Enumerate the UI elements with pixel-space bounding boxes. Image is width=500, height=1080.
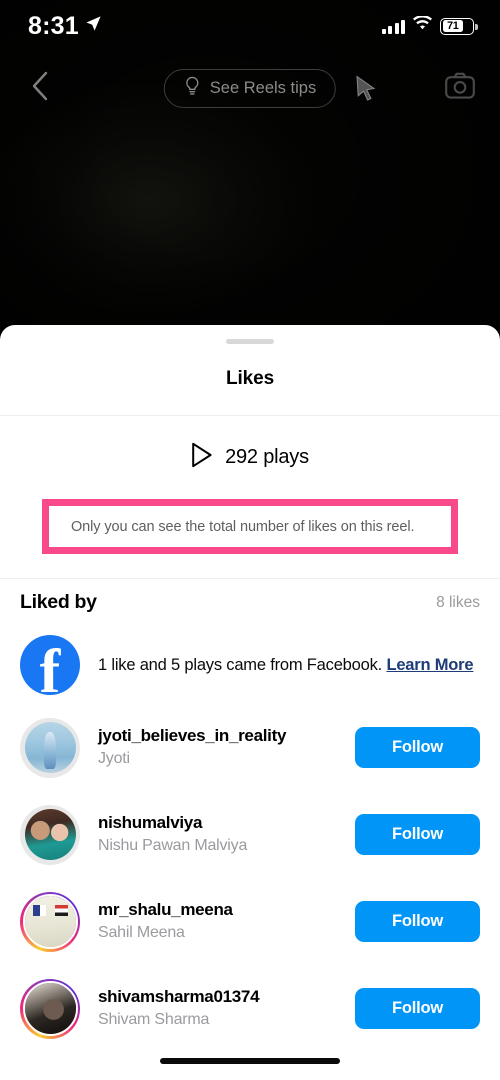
facebook-attribution-row[interactable]: f 1 like and 5 plays came from Facebook.… <box>20 626 480 704</box>
battery-icon: 71 <box>440 17 478 35</box>
likes-privacy-notice-text: Only you can see the total number of lik… <box>71 518 415 535</box>
see-reels-tips-label: See Reels tips <box>209 78 317 97</box>
follow-button[interactable]: Follow <box>355 814 480 855</box>
user-meta: shivamsharma01374 Shivam Sharma <box>98 986 337 1031</box>
cellular-bars-icon <box>381 19 405 34</box>
camera-icon <box>445 72 475 104</box>
sheet-drag-handle[interactable] <box>226 339 274 344</box>
chevron-left-icon <box>29 70 51 107</box>
liked-by-header: Liked by 8 likes <box>0 579 500 626</box>
follow-button[interactable]: Follow <box>355 988 480 1029</box>
follow-button[interactable]: Follow <box>355 727 480 768</box>
status-bar-left: 8:31 <box>28 11 102 40</box>
play-triangle-icon <box>191 442 213 473</box>
avatar[interactable] <box>20 804 80 865</box>
facebook-logo-icon: f <box>20 635 80 695</box>
avatar-image <box>24 809 76 860</box>
home-indicator[interactable] <box>160 1058 340 1064</box>
status-bar: 8:31 71 <box>0 0 500 52</box>
battery-fill: 71 <box>442 20 464 32</box>
learn-more-link[interactable]: Learn More <box>386 656 473 674</box>
likes-count-label: 8 likes <box>436 593 480 611</box>
battery-percent-label: 71 <box>446 20 459 32</box>
status-bar-right: 71 <box>381 15 478 36</box>
avatar-image <box>24 896 76 947</box>
avatar[interactable] <box>20 978 80 1039</box>
liked-by-label: Liked by <box>20 591 97 613</box>
plays-row: 292 plays <box>0 416 500 499</box>
facebook-attribution-sentence: 1 like and 5 plays came from Facebook. <box>98 655 387 674</box>
username[interactable]: shivamsharma01374 <box>98 986 337 1008</box>
fullname: Nishu Pawan Malviya <box>98 837 248 855</box>
user-meta: nishumalviya Nishu Pawan Malviya <box>98 812 337 857</box>
status-clock: 8:31 <box>28 11 79 40</box>
likes-bottom-sheet: Likes 292 plays Only you can see the tot… <box>0 325 500 1080</box>
sheet-title: Likes <box>225 368 275 389</box>
see-reels-tips-button[interactable]: See Reels tips <box>163 68 337 108</box>
user-meta: jyoti_believes_in_reality Jyoti <box>98 725 337 770</box>
liked-by-list: f 1 like and 5 plays came from Facebook.… <box>0 626 500 1052</box>
notice-wrapper: Only you can see the total number of lik… <box>0 499 500 554</box>
location-arrow-icon <box>85 15 102 37</box>
back-button[interactable] <box>20 68 60 108</box>
username[interactable]: mr_shalu_meena <box>98 899 337 921</box>
fullname: Shivam Sharma <box>98 1011 210 1029</box>
avatar[interactable] <box>20 891 80 952</box>
avatar-image <box>24 722 76 773</box>
username[interactable]: jyoti_believes_in_reality <box>98 725 337 747</box>
plays-count-label: 292 plays <box>225 446 309 468</box>
likes-privacy-notice: Only you can see the total number of lik… <box>42 499 458 554</box>
follow-button[interactable]: Follow <box>355 901 480 942</box>
wifi-icon <box>413 15 432 36</box>
avatar[interactable] <box>20 717 80 778</box>
list-item[interactable]: mr_shalu_meena Sahil Meena Follow <box>20 878 480 965</box>
fullname: Sahil Meena <box>98 924 185 942</box>
avatar-image <box>24 983 76 1034</box>
lightbulb-icon <box>184 76 201 101</box>
list-item[interactable]: jyoti_believes_in_reality Jyoti Follow <box>20 704 480 791</box>
fullname: Jyoti <box>98 750 130 768</box>
list-item[interactable]: shivamsharma01374 Shivam Sharma Follow <box>20 965 480 1052</box>
username[interactable]: nishumalviya <box>98 812 337 834</box>
reel-top-bar: See Reels tips <box>0 62 500 114</box>
facebook-attribution-text: 1 like and 5 plays came from Facebook. L… <box>98 655 474 676</box>
cursor-arrow-icon <box>355 75 377 108</box>
list-item[interactable]: nishumalviya Nishu Pawan Malviya Follow <box>20 791 480 878</box>
camera-button[interactable] <box>440 68 480 108</box>
user-meta: mr_shalu_meena Sahil Meena <box>98 899 337 944</box>
